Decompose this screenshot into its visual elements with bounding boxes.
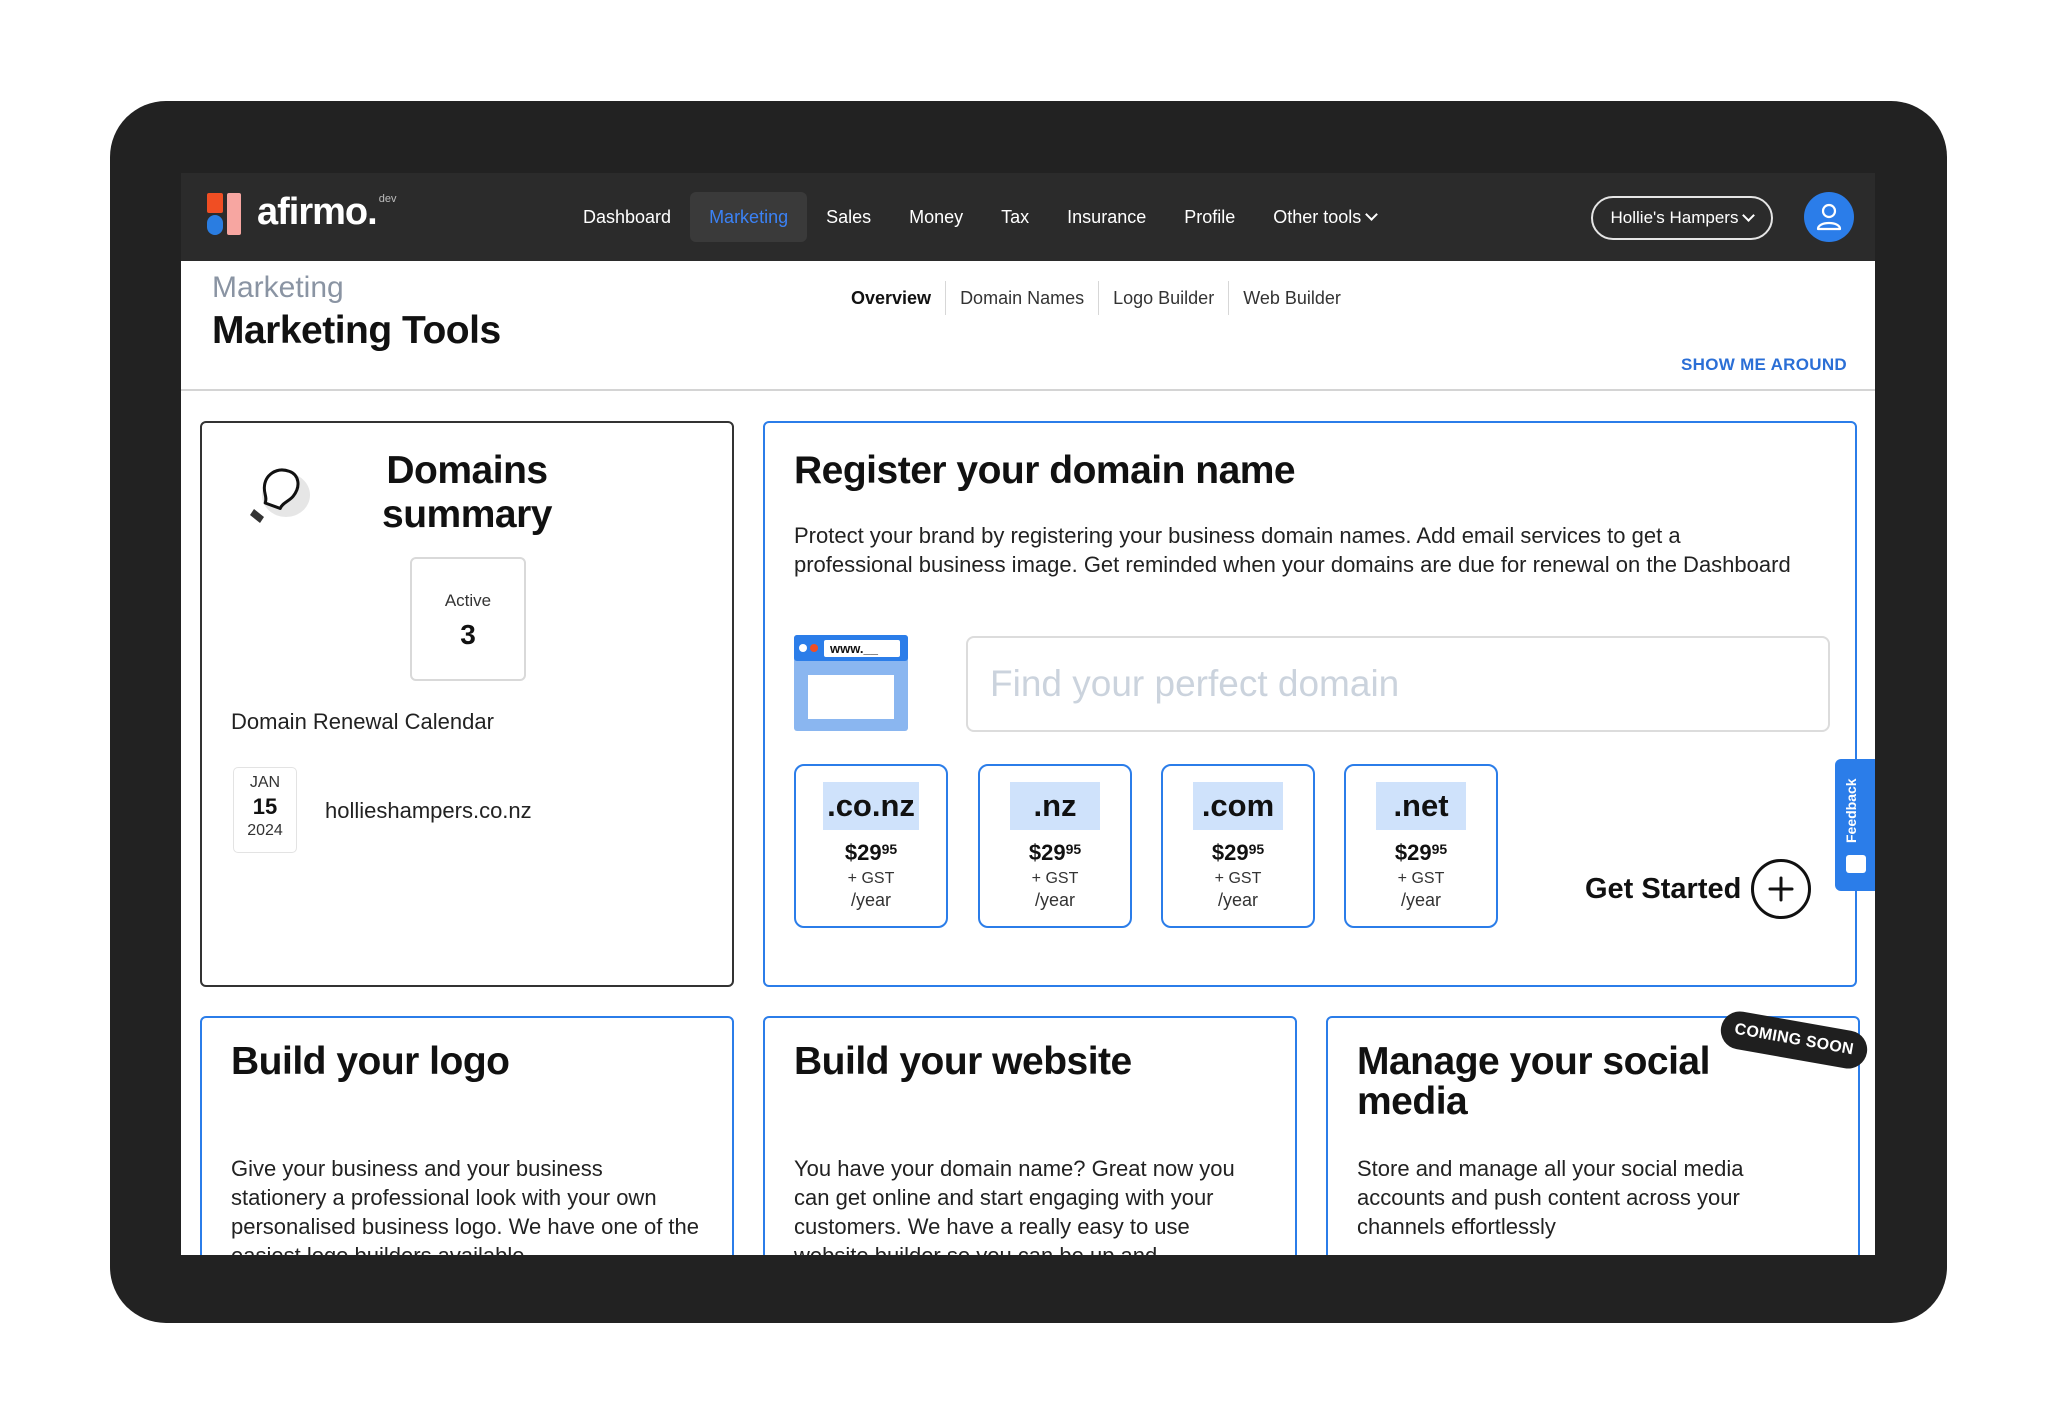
nav-money[interactable]: Money	[890, 192, 982, 242]
tld-gst: + GST	[1397, 870, 1445, 887]
tab-logo-builder[interactable]: Logo Builder	[1099, 281, 1230, 315]
nav-insurance[interactable]: Insurance	[1048, 192, 1165, 242]
nav-marketing[interactable]: Marketing	[690, 192, 808, 242]
nav-sales[interactable]: Sales	[807, 192, 890, 242]
lightbulb-icon	[250, 468, 310, 523]
tab-domain-names[interactable]: Domain Names	[946, 281, 1100, 315]
show-me-around-link[interactable]: SHOW ME AROUND	[1681, 355, 1847, 375]
app-screen: afirmo. dev Dashboard Marketing Sales Mo…	[181, 173, 1875, 1255]
tld-name: .nz	[1010, 782, 1100, 830]
build-logo-card[interactable]: Build your logo Give your business and y…	[200, 1016, 734, 1255]
tld-gst: + GST	[847, 870, 895, 887]
active-count: 3	[460, 619, 476, 650]
tld-option-com[interactable]: .com $2995 + GST /year	[1161, 764, 1315, 928]
nav-dashboard[interactable]: Dashboard	[564, 192, 690, 242]
tld-gst: + GST	[1214, 870, 1262, 887]
tld-gst: + GST	[1031, 870, 1079, 887]
social-media-title: Manage your social media	[1357, 1040, 1710, 1123]
chevron-down-icon	[1742, 208, 1756, 222]
page-title: Marketing Tools	[212, 309, 501, 352]
tld-period: /year	[850, 890, 892, 910]
section-tabs: Overview Domain Names Logo Builder Web B…	[837, 281, 1355, 315]
get-started-button[interactable]: Get Started	[1585, 859, 1812, 919]
browser-www-icon: www.__	[794, 635, 908, 731]
tld-option-net[interactable]: .net $2995 + GST /year	[1344, 764, 1498, 928]
renewal-domain[interactable]: hollieshampers.co.nz	[325, 798, 532, 824]
tld-option-co-nz[interactable]: .co.nz $2995 + GST /year	[794, 764, 948, 928]
brand-logo[interactable]: afirmo. dev	[207, 191, 397, 237]
domains-summary-card: Domains summary Active 3 Domain Renewal …	[200, 421, 734, 987]
tld-price: $2995	[844, 840, 898, 865]
register-domain-card: Register your domain name Protect your b…	[763, 421, 1857, 987]
build-website-card[interactable]: Build your website You have your domain …	[763, 1016, 1297, 1255]
feedback-label: Feedback	[1843, 778, 1859, 843]
active-label: Active	[444, 591, 492, 610]
page-header: Marketing Marketing Tools Overview Domai…	[181, 261, 1875, 391]
plus-circle-icon	[1751, 859, 1812, 919]
tld-period: /year	[1034, 890, 1076, 910]
business-name: Hollie's Hampers	[1610, 208, 1739, 227]
tld-name: .net	[1376, 782, 1466, 830]
tld-option-nz[interactable]: .nz $2995 + GST /year	[978, 764, 1132, 928]
tld-price: $2995	[1028, 840, 1082, 865]
env-tag: dev	[378, 193, 397, 205]
chat-icon	[1846, 855, 1866, 873]
social-media-text: Store and manage all your social media a…	[1357, 1156, 1744, 1239]
nav-other-tools-label: Other tools	[1273, 206, 1362, 227]
renewal-calendar-title: Domain Renewal Calendar	[231, 709, 494, 734]
tld-name: .co.nz	[823, 782, 919, 830]
main-nav: Dashboard Marketing Sales Money Tax Insu…	[564, 192, 1395, 242]
user-icon	[1816, 203, 1842, 231]
build-website-title: Build your website	[794, 1040, 1132, 1083]
build-website-text: You have your domain name? Great now you…	[794, 1156, 1235, 1255]
nav-other-tools[interactable]: Other tools	[1254, 192, 1395, 242]
renewal-month: JAN	[249, 774, 281, 791]
tab-web-builder[interactable]: Web Builder	[1229, 281, 1355, 315]
build-logo-text: Give your business and your business sta…	[231, 1156, 700, 1255]
nav-tax[interactable]: Tax	[982, 192, 1048, 242]
brand-name: afirmo.	[257, 191, 378, 233]
browser-url-text: www.__	[829, 641, 879, 656]
build-logo-title: Build your logo	[231, 1040, 510, 1083]
renewal-date: JAN 15 2024	[233, 767, 297, 853]
user-avatar-button[interactable]	[1804, 192, 1854, 242]
domains-summary-title: Domains summary	[382, 449, 552, 536]
tld-period: /year	[1400, 890, 1442, 910]
renewal-year: 2024	[247, 822, 283, 839]
renewal-day: 15	[252, 794, 278, 819]
tld-name: .com	[1193, 782, 1283, 830]
nav-profile[interactable]: Profile	[1165, 192, 1254, 242]
tld-price: $2995	[1211, 840, 1265, 865]
breadcrumb[interactable]: Marketing	[212, 271, 344, 305]
tld-period: /year	[1217, 890, 1259, 910]
top-navbar: afirmo. dev Dashboard Marketing Sales Mo…	[181, 173, 1875, 261]
feedback-tab[interactable]: Feedback	[1835, 759, 1875, 891]
register-description: Protect your brand by registering your b…	[794, 523, 1791, 577]
get-started-label: Get Started	[1585, 872, 1742, 905]
register-title: Register your domain name	[794, 449, 1296, 492]
tld-price: $2995	[1394, 840, 1448, 865]
afirmo-logo-icon	[207, 193, 243, 235]
business-selector[interactable]: Hollie's Hampers	[1591, 196, 1773, 240]
domain-search-input[interactable]	[966, 636, 1830, 732]
active-domains-stat: Active 3	[410, 557, 526, 681]
chevron-down-icon	[1365, 207, 1379, 221]
tab-overview[interactable]: Overview	[837, 281, 947, 315]
